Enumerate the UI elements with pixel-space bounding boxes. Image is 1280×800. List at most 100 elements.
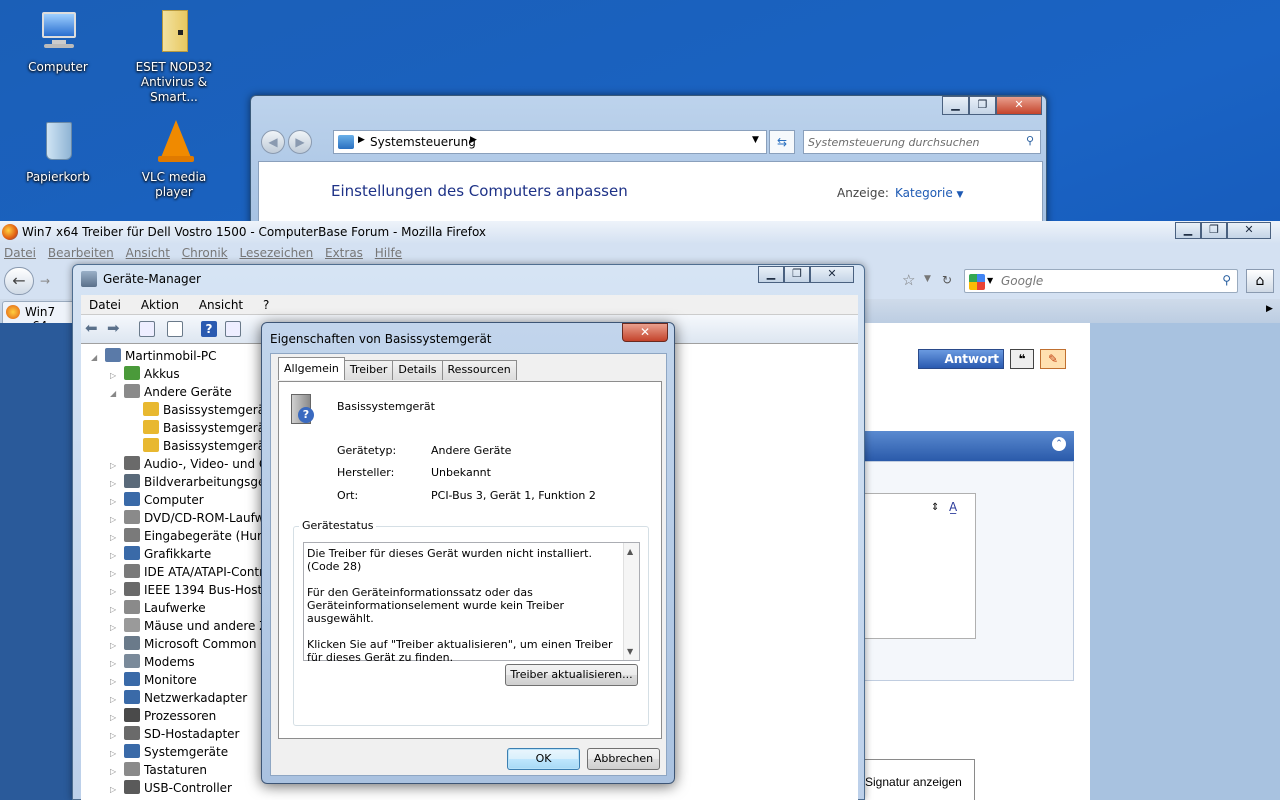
tree-item[interactable]: ▷ DVD/CD-ROM-Laufwe: [110, 509, 272, 527]
close-button[interactable]: ✕: [1227, 222, 1271, 239]
maximize-button[interactable]: ❐: [784, 266, 810, 283]
search-input[interactable]: ▼ Google ⚲: [964, 269, 1238, 293]
reload-button[interactable]: ↻: [936, 270, 958, 292]
cancel-button[interactable]: Abbrechen: [587, 748, 660, 770]
properties-icon[interactable]: [167, 321, 183, 337]
tree-item[interactable]: ▷ SD-Hostadapter: [110, 725, 239, 743]
tree-item[interactable]: ▷ Netzwerkadapter: [110, 689, 247, 707]
menu-datei[interactable]: Datei: [81, 295, 129, 312]
tree-item[interactable]: ▷ Computer: [110, 491, 204, 509]
tree-item[interactable]: ▷ Microsoft Common Co: [110, 635, 276, 653]
home-button[interactable]: ⌂: [1246, 269, 1274, 293]
address-dropdown-icon[interactable]: ▼: [752, 135, 759, 145]
address-bar[interactable]: ▶ Systemsteuerung ▶ ▼: [333, 130, 767, 154]
tab-details[interactable]: Details: [392, 360, 443, 380]
prop-type-key: Gerätetyp:: [337, 444, 397, 457]
tab-treiber[interactable]: Treiber: [343, 360, 394, 380]
scroll-up-icon[interactable]: ▲: [627, 545, 633, 558]
chevron-down-icon[interactable]: ▼: [924, 274, 931, 284]
update-driver-button[interactable]: Treiber aktualisieren...: [505, 664, 638, 686]
menu-chronik[interactable]: Chronik: [178, 243, 232, 263]
signature-button[interactable]: Signatur anzeigen: [860, 759, 975, 800]
reply-button[interactable]: Antwort: [918, 349, 1004, 369]
minimize-button[interactable]: ▁: [942, 96, 969, 115]
tree-item[interactable]: ◢ Martinmobil-PC: [91, 347, 217, 365]
view-icon[interactable]: [225, 321, 241, 337]
tree-item[interactable]: ▷ Eingabegeräte (Human: [110, 527, 284, 545]
maximize-button[interactable]: ❐: [969, 96, 996, 115]
view-dropdown[interactable]: Kategorie ▼: [895, 186, 963, 200]
menu-datei[interactable]: Datei: [0, 243, 40, 263]
bookmark-star-icon[interactable]: ☆: [902, 271, 915, 289]
tree-item[interactable]: Basissystemgerät: [129, 401, 270, 419]
tree-item[interactable]: ▷ Prozessoren: [110, 707, 216, 725]
status-scrollbar[interactable]: ▲ ▼: [623, 543, 639, 660]
search-input[interactable]: Systemsteuerung durchsuchen ⚲: [803, 130, 1041, 154]
menu-help[interactable]: ?: [255, 295, 277, 312]
breadcrumb-systemsteuerung[interactable]: Systemsteuerung: [370, 135, 476, 149]
tree-item[interactable]: ▷ Audio-, Video- und Ga: [110, 455, 276, 473]
tree-item[interactable]: ▷ IEEE 1394 Bus-Hostcon: [110, 581, 284, 599]
tree-item[interactable]: ▷ Mäuse und andere Zeig: [110, 617, 286, 635]
help-icon[interactable]: ?: [201, 321, 217, 337]
tree-item[interactable]: ▷ Modems: [110, 653, 195, 671]
chevron-down-icon[interactable]: ▼: [987, 276, 993, 285]
minimize-button[interactable]: ▁: [1175, 222, 1201, 239]
back-arrow-icon[interactable]: ⬅: [85, 321, 101, 337]
scroll-down-icon[interactable]: ▼: [627, 645, 633, 658]
tree-item[interactable]: ▷ Akkus: [110, 365, 180, 383]
tree-item[interactable]: ▷ Systemgeräte: [110, 743, 228, 761]
tree-item[interactable]: ▷ Bildverarbeitungsgerät: [110, 473, 282, 491]
tab-scroll-right-icon[interactable]: ▶: [1266, 304, 1273, 314]
expanded-arrow-icon[interactable]: ◢: [91, 349, 99, 367]
tree-item[interactable]: ▷ Grafikkarte: [110, 545, 211, 563]
font-size-icon[interactable]: A̲: [949, 500, 957, 514]
menu-aktion[interactable]: Aktion: [133, 295, 187, 312]
menu-bearbeiten[interactable]: Bearbeiten: [44, 243, 118, 263]
close-button[interactable]: ✕: [810, 266, 854, 283]
quote-icon[interactable]: ❝: [1010, 349, 1034, 369]
tab-ressourcen[interactable]: Ressourcen: [441, 360, 517, 380]
edit-icon[interactable]: ✎: [1040, 349, 1066, 369]
resize-sort-icon[interactable]: ⇕: [931, 502, 939, 513]
maximize-button[interactable]: ❐: [1201, 222, 1227, 239]
tree-item[interactable]: ▷ IDE ATA/ATAPI-Contro: [110, 563, 271, 581]
collapsed-arrow-icon[interactable]: ▷: [110, 781, 118, 799]
tree-item-label: SD-Hostadapter: [144, 727, 240, 741]
tab-allgemein[interactable]: Allgemein: [278, 357, 345, 380]
minimize-button[interactable]: ▁: [758, 266, 784, 283]
forward-arrow-icon[interactable]: ➡: [107, 321, 123, 337]
menu-extras[interactable]: Extras: [321, 243, 367, 263]
desktop-icon-vlc[interactable]: VLC media player: [126, 118, 222, 200]
search-icon[interactable]: ⚲: [1026, 134, 1034, 147]
back-button[interactable]: ◀: [261, 130, 285, 154]
tab-forum[interactable]: Win7 x64: [2, 301, 82, 333]
tree-item[interactable]: ▷ Laufwerke: [110, 599, 206, 617]
expanded-arrow-icon[interactable]: ◢: [110, 385, 118, 403]
forward-button[interactable]: →: [34, 271, 56, 293]
tree-item[interactable]: ▷ USB-Controller: [110, 779, 232, 797]
menu-lesezeichen[interactable]: Lesezeichen: [235, 243, 317, 263]
tree-item[interactable]: ◢ Andere Geräte: [110, 383, 232, 401]
show-hide-tree-icon[interactable]: [139, 321, 155, 337]
menu-ansicht[interactable]: Ansicht: [122, 243, 174, 263]
menu-hilfe[interactable]: Hilfe: [371, 243, 406, 263]
editor-textarea[interactable]: ⇕ A̲: [862, 493, 976, 639]
back-button[interactable]: ←: [4, 267, 34, 295]
collapse-icon[interactable]: ⌃: [1052, 437, 1066, 451]
tree-item[interactable]: ▷ Tastaturen: [110, 761, 207, 779]
google-icon[interactable]: [969, 274, 985, 290]
tree-item[interactable]: Basissystemgerät: [129, 419, 270, 437]
refresh-button[interactable]: ⇆: [769, 130, 795, 154]
menu-ansicht[interactable]: Ansicht: [191, 295, 251, 312]
ok-button[interactable]: OK: [507, 748, 580, 770]
tree-item[interactable]: Basissystemgerät: [129, 437, 270, 455]
desktop-icon-computer[interactable]: Computer: [10, 8, 106, 75]
close-button[interactable]: ✕: [996, 96, 1042, 115]
close-button[interactable]: ✕: [622, 323, 668, 342]
tree-item[interactable]: ▷ Monitore: [110, 671, 197, 689]
search-icon[interactable]: ⚲: [1222, 273, 1231, 287]
desktop-icon-eset[interactable]: ESET NOD32 Antivirus & Smart...: [126, 8, 222, 105]
desktop-icon-recycle-bin[interactable]: Papierkorb: [10, 118, 106, 185]
forward-button[interactable]: ▶: [288, 130, 312, 154]
